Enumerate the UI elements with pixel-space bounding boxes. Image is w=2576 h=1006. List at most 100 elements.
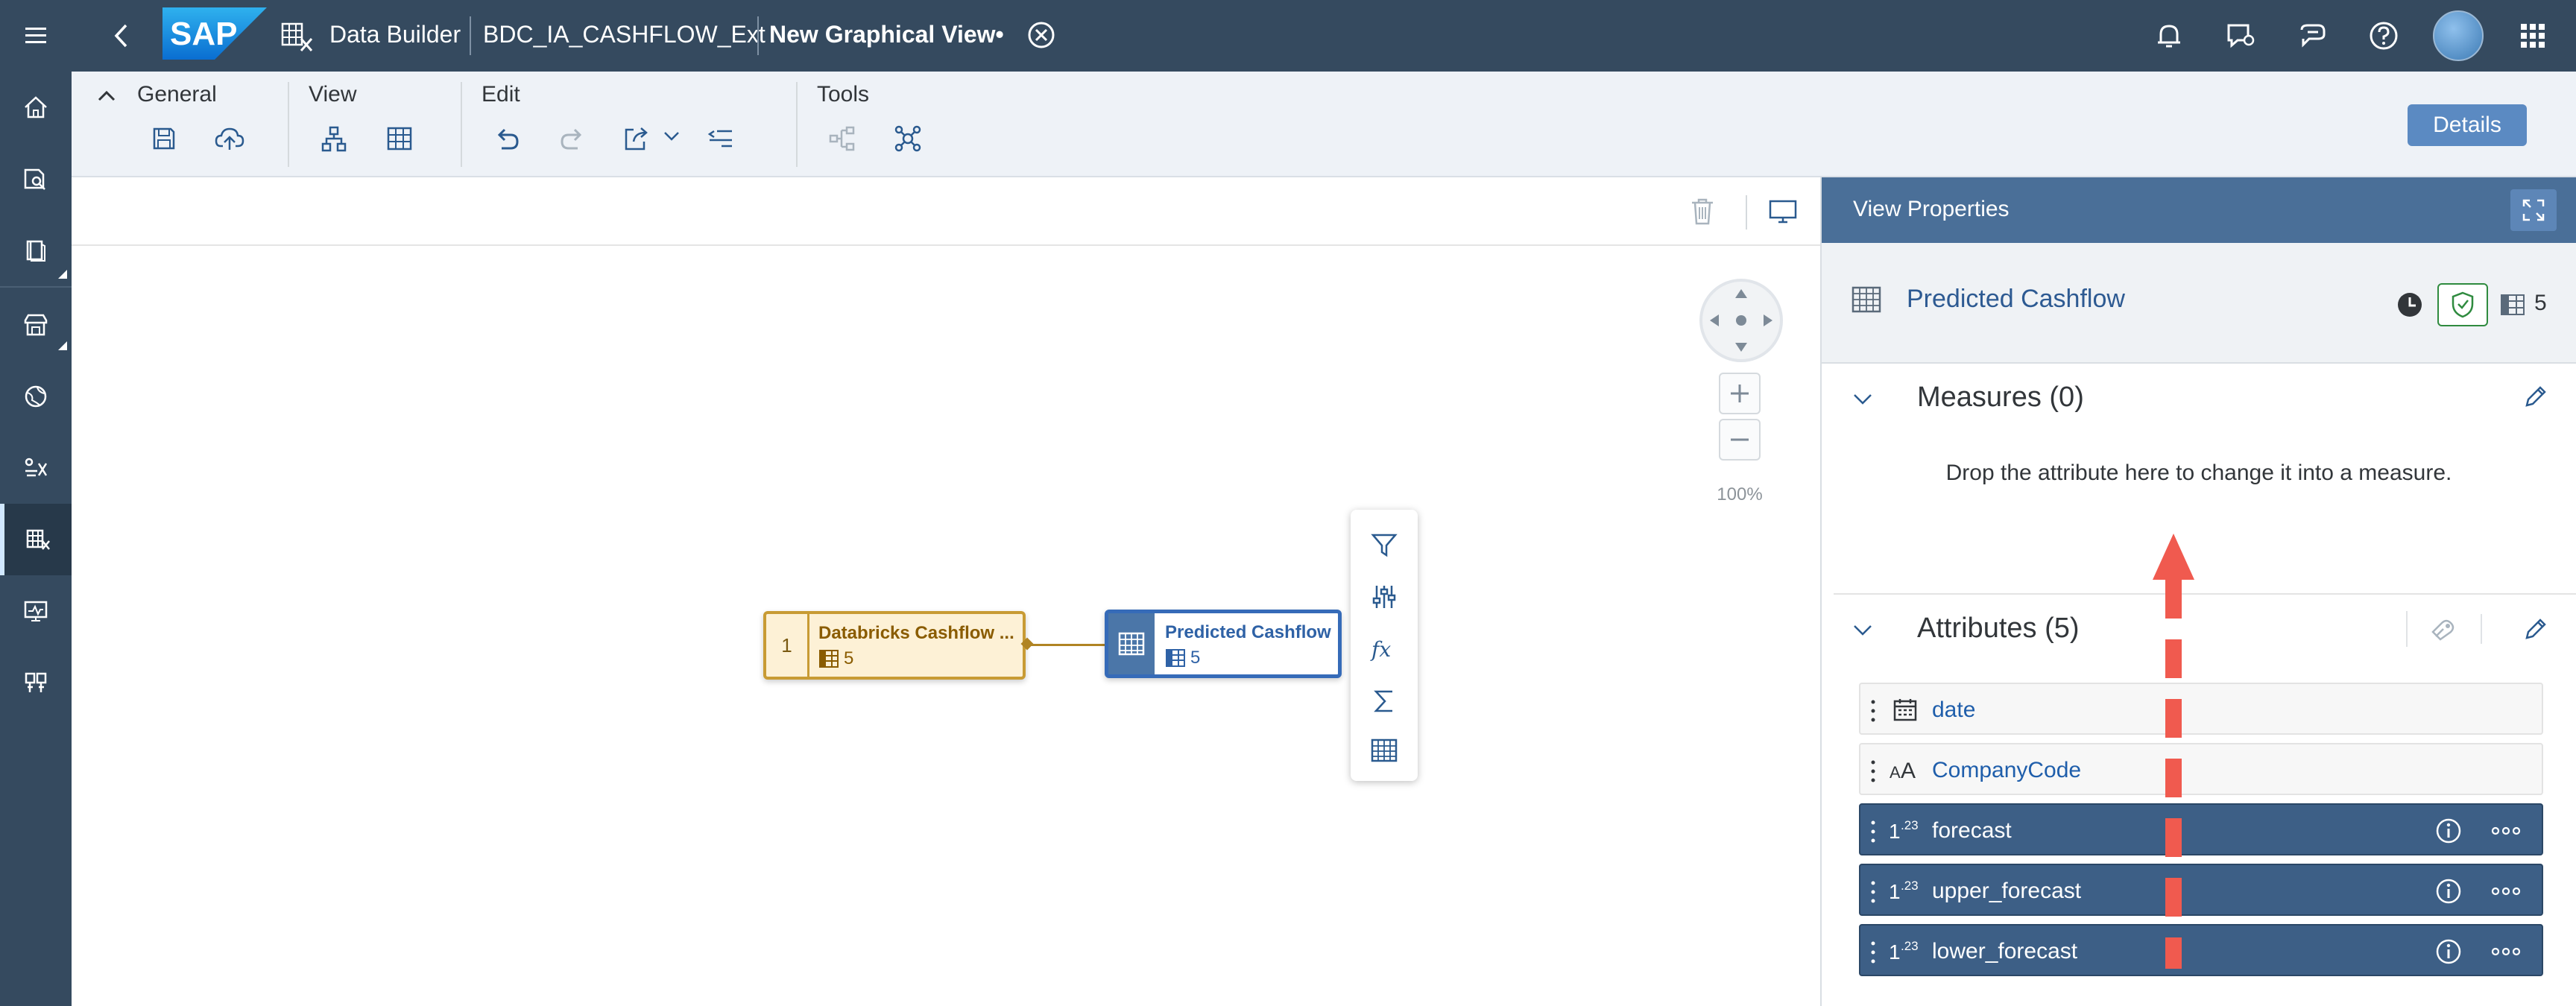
attribute-name: lower_forecast bbox=[1932, 939, 2078, 964]
save-button[interactable] bbox=[142, 116, 186, 161]
sap-logo: SAP bbox=[162, 7, 267, 60]
feedback-icon[interactable] bbox=[2224, 19, 2257, 52]
attribute-name: upper_forecast bbox=[1932, 879, 2082, 903]
details-button[interactable]: Details bbox=[2408, 104, 2527, 146]
view-icon bbox=[1108, 613, 1155, 674]
product-switch-icon[interactable] bbox=[2518, 21, 2548, 51]
monitor-icon[interactable] bbox=[0, 575, 72, 647]
sql-view-tool-button[interactable] bbox=[820, 116, 865, 161]
measures-drop-hint: Drop the attribute here to change it int… bbox=[1945, 461, 2452, 485]
source-node-column-count: 5 bbox=[818, 648, 853, 669]
target-node-column-count: 5 bbox=[1165, 648, 1200, 668]
shell-bar: SAP Data Builder BDC_IA_CASHFLOW_Ext New… bbox=[72, 0, 2576, 72]
toolbar-separator bbox=[288, 82, 289, 167]
canvas-toolbar-separator bbox=[1746, 195, 1747, 230]
svg-text:1: 1 bbox=[1889, 940, 1901, 964]
menu-icon[interactable] bbox=[0, 0, 72, 72]
expand-panel-button[interactable] bbox=[2510, 189, 2557, 231]
svg-text:fx: fx bbox=[1370, 637, 1391, 662]
drag-annotation-arrow bbox=[2153, 534, 2194, 969]
editor-toolbar: General View Edit Tools Details bbox=[72, 72, 2576, 177]
business-builder-icon[interactable] bbox=[0, 647, 72, 718]
more-options-icon[interactable] bbox=[2487, 937, 2525, 966]
catalog-search-icon[interactable] bbox=[0, 143, 72, 215]
section-divider bbox=[1834, 593, 2576, 595]
more-options-icon[interactable] bbox=[2487, 877, 2525, 905]
attribute-name: forecast bbox=[1932, 818, 2012, 843]
discussion-icon[interactable] bbox=[2296, 19, 2329, 52]
user-avatar[interactable] bbox=[2433, 10, 2484, 61]
data-builder-icon[interactable] bbox=[0, 504, 72, 575]
info-icon[interactable] bbox=[2434, 937, 2463, 966]
node-connector bbox=[1026, 644, 1105, 646]
globe-icon[interactable] bbox=[0, 361, 72, 432]
help-icon[interactable] bbox=[2367, 19, 2400, 52]
columns-icon bbox=[819, 650, 839, 668]
history-icon[interactable] bbox=[2396, 291, 2424, 323]
app-name[interactable]: Data Builder bbox=[329, 21, 461, 48]
monitor-icon[interactable] bbox=[1764, 192, 1802, 231]
data-integration-icon[interactable] bbox=[0, 432, 72, 504]
deployment-status-badge[interactable] bbox=[2437, 283, 2488, 326]
attributes-collapse-icon[interactable] bbox=[1850, 617, 1875, 646]
close-tab-icon[interactable] bbox=[1026, 19, 1057, 51]
svg-text:SAP: SAP bbox=[170, 16, 237, 52]
drag-handle-icon[interactable] bbox=[1871, 880, 1875, 904]
export-button[interactable] bbox=[614, 116, 659, 161]
expand-corner-icon bbox=[58, 341, 67, 350]
info-icon[interactable] bbox=[2434, 877, 2463, 905]
columns-icon bbox=[2500, 292, 2525, 321]
undo-button[interactable] bbox=[484, 116, 529, 161]
side-navigation bbox=[0, 0, 72, 1006]
space-name[interactable]: BDC_IA_CASHFLOW_Ext bbox=[483, 21, 765, 48]
table-icon[interactable] bbox=[1361, 727, 1407, 774]
edit-attributes-icon[interactable] bbox=[2522, 616, 2549, 646]
view-group-label: View bbox=[309, 82, 357, 107]
data-access-tool-button[interactable] bbox=[886, 116, 930, 161]
collapse-toolbar-icon[interactable] bbox=[94, 83, 119, 113]
graphical-canvas[interactable]: 100% 1 Databricks Cashflow ... 5 Predict… bbox=[72, 177, 1820, 1006]
source-node-databricks-cashflow[interactable]: 1 Databricks Cashflow ... 5 bbox=[763, 611, 1026, 680]
delete-icon[interactable] bbox=[1683, 192, 1722, 231]
calculated-column-icon[interactable]: fx bbox=[1361, 626, 1407, 672]
measures-collapse-icon[interactable] bbox=[1850, 386, 1875, 415]
column-count: 5 bbox=[2534, 291, 2547, 315]
attributes-toolbar-separator bbox=[2481, 614, 2482, 644]
back-button[interactable] bbox=[107, 21, 137, 51]
filter-icon[interactable] bbox=[1361, 522, 1407, 568]
zoom-out-button[interactable] bbox=[1719, 419, 1761, 461]
toolbar-separator bbox=[461, 82, 462, 167]
export-dropdown-icon[interactable] bbox=[660, 125, 683, 151]
view-icon bbox=[1850, 283, 1883, 320]
pan-navigation-control[interactable] bbox=[1699, 279, 1783, 362]
info-icon[interactable] bbox=[2434, 817, 2463, 845]
redo-button[interactable] bbox=[550, 116, 595, 161]
svg-text:.23: .23 bbox=[1901, 879, 1919, 893]
drag-handle-icon[interactable] bbox=[1871, 820, 1875, 844]
data-preview-button[interactable] bbox=[377, 116, 422, 161]
drag-handle-icon[interactable] bbox=[1871, 759, 1875, 783]
auto-layout-button[interactable] bbox=[699, 116, 744, 161]
notifications-icon[interactable] bbox=[2153, 19, 2185, 52]
canvas-toolbar bbox=[72, 177, 1820, 246]
tools-group-label: Tools bbox=[817, 82, 870, 107]
number-type-icon: 1.23 bbox=[1887, 936, 1923, 966]
zoom-in-button[interactable] bbox=[1719, 373, 1761, 414]
more-options-icon[interactable] bbox=[2487, 817, 2525, 845]
deploy-button[interactable] bbox=[207, 116, 252, 161]
view-title-tab[interactable]: New Graphical View• bbox=[769, 21, 1004, 48]
home-icon[interactable] bbox=[0, 72, 72, 143]
drag-handle-icon[interactable] bbox=[1871, 940, 1875, 964]
aggregation-icon[interactable] bbox=[1361, 678, 1407, 724]
key-settings-icon[interactable] bbox=[2430, 614, 2460, 648]
expand-corner-icon bbox=[58, 270, 67, 279]
projection-icon[interactable] bbox=[1361, 574, 1407, 620]
general-group-label: General bbox=[137, 82, 217, 107]
svg-text:.23: .23 bbox=[1901, 939, 1919, 953]
node-action-palette: fx bbox=[1351, 510, 1418, 781]
edit-measures-icon[interactable] bbox=[2522, 383, 2549, 414]
target-node-title: Predicted Cashflow bbox=[1165, 622, 1331, 642]
drag-handle-icon[interactable] bbox=[1871, 699, 1875, 723]
impact-lineage-button[interactable] bbox=[312, 116, 356, 161]
target-node-predicted-cashflow[interactable]: Predicted Cashflow 5 bbox=[1105, 610, 1342, 678]
